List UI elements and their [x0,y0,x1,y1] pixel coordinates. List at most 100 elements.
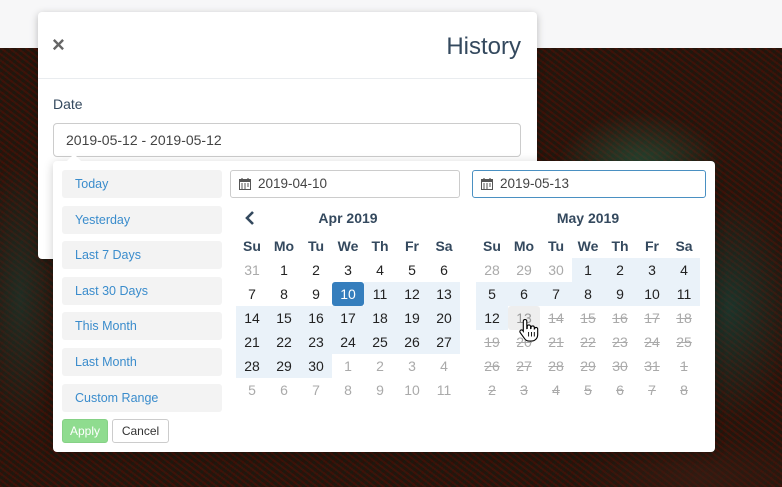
calendar-day[interactable]: 9 [364,378,396,402]
calendar-day[interactable]: 5 [476,282,508,306]
weekday-label: Fr [405,238,419,254]
calendar-day: 23 [612,334,628,350]
range-item-last-month[interactable]: Last Month [62,347,222,376]
calendar-day[interactable]: 10 [332,282,364,306]
calendar-day[interactable]: 13 [428,282,460,306]
calendar-day[interactable]: 29 [268,354,300,378]
calendar-day[interactable]: 7 [540,282,572,306]
calendar-day[interactable]: 8 [332,378,364,402]
calendar-day[interactable]: 5 [396,258,428,282]
calendar-day[interactable]: 31 [236,258,268,282]
calendar-day[interactable]: 12 [396,282,428,306]
calendar-day[interactable]: 11 [428,378,460,402]
calendar-week: 31 1 2 3 4 5 6 [236,258,460,282]
calendar-day: 4 [552,382,560,398]
calendar-day[interactable]: 30 [540,258,572,282]
calendar-day[interactable]: 10 [636,282,668,306]
calendar-day: 1 [680,358,688,374]
cancel-button[interactable]: Cancel [112,419,169,443]
range-item-this-month[interactable]: This Month [62,312,222,341]
calendar-day[interactable]: 23 [300,330,332,354]
calendar-day[interactable]: 4 [668,258,700,282]
calendar-day[interactable]: 17 [332,306,364,330]
calendar-day[interactable]: 5 [236,378,268,402]
calendar-day[interactable]: 14 [236,306,268,330]
apply-button[interactable]: Apply [62,419,108,443]
range-item-today[interactable]: Today [62,170,222,198]
weekday-label: Mo [273,238,295,254]
calendar-day[interactable]: 15 [268,306,300,330]
calendar-day: 31 [644,358,660,374]
calendar-day[interactable]: 4 [364,258,396,282]
calendar-day[interactable]: 18 [364,306,396,330]
calendar-day[interactable]: 12 [476,306,508,330]
range-item-yesterday[interactable]: Yesterday [62,205,222,234]
calendar-day[interactable]: 28 [476,258,508,282]
calendar-day[interactable]: 26 [396,330,428,354]
calendar-day[interactable]: 28 [236,354,268,378]
calendar-day[interactable]: 11 [364,282,396,306]
calendar-day[interactable]: 10 [396,378,428,402]
calendar-day[interactable]: 30 [300,354,332,378]
calendar-day[interactable]: 1 [572,258,604,282]
calendar-day[interactable]: 6 [428,258,460,282]
calendar-week: 28 29 30 1 2 3 4 [476,258,700,282]
calendar-week: 12 13 14 15 16 17 18 [476,306,700,330]
calendar-day[interactable]: 6 [268,378,300,402]
weekday-label: Su [243,238,261,254]
calendar-day[interactable]: 3 [332,258,364,282]
range-item-last-7-days[interactable]: Last 7 Days [62,241,222,270]
start-date-input[interactable]: 2019-04-10 [230,170,460,198]
calendar-day[interactable]: 3 [636,258,668,282]
calendar-week: 5 6 7 8 9 10 11 [476,282,700,306]
calendar-day[interactable]: 8 [268,282,300,306]
weekday-label: Mo [513,238,535,254]
calendar-day: 18 [676,310,692,326]
calendar-day[interactable]: 2 [300,258,332,282]
calendar-day[interactable]: 20 [428,306,460,330]
calendar-day[interactable]: 21 [236,330,268,354]
range-item-custom-range[interactable]: Custom Range [62,383,222,412]
weekday-label: Sa [435,238,453,254]
calendar-day[interactable]: 3 [396,354,428,378]
calendar-day: 26 [484,358,500,374]
weekday-label: We [577,238,599,254]
calendar-day: 17 [644,310,660,326]
calendar-day[interactable]: 19 [396,306,428,330]
calendar-day: 7 [648,382,656,398]
calendar-day[interactable]: 6 [508,282,540,306]
close-icon[interactable]: × [52,34,65,56]
calendar-day[interactable]: 9 [300,282,332,306]
calendar-week: 19 20 21 22 23 24 25 [476,330,700,354]
end-date-input[interactable]: 2019-05-13 [472,170,706,198]
weekday-label: Th [371,238,389,254]
range-item-last-30-days[interactable]: Last 30 Days [62,276,222,305]
calendar-day[interactable]: 29 [508,258,540,282]
calendar-day: 25 [676,334,692,350]
calendar-day[interactable]: 2 [604,258,636,282]
calendar-day: 15 [580,310,596,326]
calendar-day[interactable]: 16 [300,306,332,330]
weekday-header: Su Mo Tu We Th Fr Sa [476,234,700,258]
calendar-day: 8 [680,382,688,398]
weekday-label: Su [483,238,501,254]
calendar-day: 19 [484,334,500,350]
modal-header: × History [38,12,537,79]
calendar-day[interactable]: 11 [668,282,700,306]
calendar-day[interactable]: 24 [332,330,364,354]
calendar-day[interactable]: 7 [300,378,332,402]
calendar-day[interactable]: 1 [268,258,300,282]
calendar-day[interactable]: 7 [236,282,268,306]
calendar-day[interactable]: 27 [428,330,460,354]
calendar-week: 5 6 7 8 9 10 11 [236,378,460,402]
calendar-day[interactable]: 1 [332,354,364,378]
date-range-input[interactable]: 2019-05-12 - 2019-05-12 [53,123,521,157]
calendar-day[interactable]: 4 [428,354,460,378]
calendar-day: 21 [548,334,564,350]
calendar-day[interactable]: 25 [364,330,396,354]
calendar-day: 5 [584,382,592,398]
calendar-day[interactable]: 9 [604,282,636,306]
calendar-day[interactable]: 22 [268,330,300,354]
calendar-day[interactable]: 2 [364,354,396,378]
calendar-day[interactable]: 8 [572,282,604,306]
